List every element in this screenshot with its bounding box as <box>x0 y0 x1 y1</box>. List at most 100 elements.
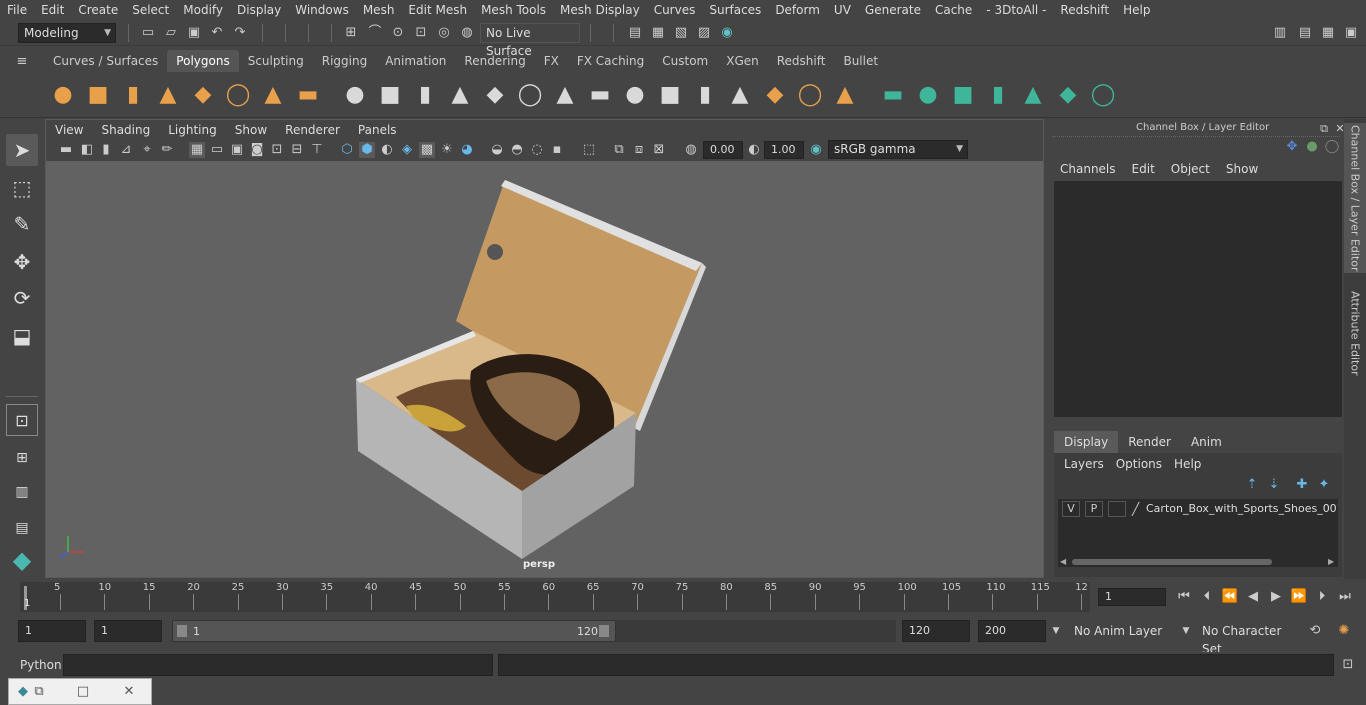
character-set-dropdown[interactable]: No Character Set <box>1198 622 1298 656</box>
play-backward-icon[interactable]: ◀ <box>1245 589 1261 605</box>
viewport-menu-lighting[interactable]: Lighting <box>159 123 226 137</box>
channel-box-list[interactable] <box>1054 181 1342 417</box>
shelf-tab-custom[interactable]: Custom <box>653 50 717 72</box>
scroll-thumb[interactable] <box>1072 559 1272 565</box>
snap-curve-icon[interactable]: ⌒ <box>367 25 383 41</box>
go-to-end-icon[interactable]: ⏭ <box>1337 589 1353 605</box>
auto-key-icon[interactable]: ⟲ <box>1307 623 1323 639</box>
anim-end-field[interactable]: 200 <box>978 620 1046 642</box>
select-tool-icon[interactable]: ➤ <box>6 134 38 166</box>
gamma-icon[interactable]: ◐ <box>746 142 762 158</box>
cone-icon[interactable]: ▲ <box>154 80 182 108</box>
cylinder-icon[interactable]: ▮ <box>119 80 147 108</box>
smooth-shade-icon[interactable]: ⬢ <box>359 142 375 158</box>
menu-cache[interactable]: Cache <box>928 3 979 17</box>
hypershade-icon[interactable]: ◉ <box>719 25 735 41</box>
shadows-icon[interactable]: ◕ <box>459 142 475 158</box>
bevel-icon[interactable]: ■ <box>656 80 684 108</box>
redo-icon[interactable]: ↷ <box>232 25 248 41</box>
side-tab-attribute-editor[interactable]: Attribute Editor <box>1344 283 1366 383</box>
menu-curves[interactable]: Curves <box>647 3 703 17</box>
menu-edit-mesh[interactable]: Edit Mesh <box>401 3 474 17</box>
extrude-icon[interactable]: ● <box>621 80 649 108</box>
channel-menu-channels[interactable]: Channels <box>1052 159 1124 179</box>
camera-select-icon[interactable]: ▬ <box>58 142 74 158</box>
viewport-menu-renderer[interactable]: Renderer <box>276 123 349 137</box>
layer-scrollbar[interactable]: ◀ ▶ <box>1058 557 1338 567</box>
retopo-icon[interactable]: ▲ <box>1019 80 1047 108</box>
next-key-icon[interactable]: ⏩ <box>1291 589 1307 605</box>
maya-window-icon[interactable]: ◆ <box>15 684 31 700</box>
layout-single-icon[interactable]: ⊡ <box>6 404 38 436</box>
crease-icon[interactable]: ◆ <box>761 80 789 108</box>
scroll-left-icon[interactable]: ◀ <box>1060 557 1066 566</box>
safe-title-icon[interactable]: ⊤ <box>309 142 325 158</box>
menu-display[interactable]: Display <box>230 3 288 17</box>
camera-attr-icon[interactable]: ◧ <box>79 142 95 158</box>
menu-uv[interactable]: UV <box>827 3 858 17</box>
combine-icon[interactable]: ● <box>341 80 369 108</box>
default-material-icon[interactable]: ◐ <box>379 142 395 158</box>
step-forward-icon[interactable]: ⏵ <box>1314 589 1330 605</box>
paint-select-icon[interactable]: ✎ <box>6 208 38 240</box>
render-settings-icon[interactable]: ▤ <box>627 25 643 41</box>
hyper-icon[interactable]: ◯ <box>1324 139 1340 155</box>
exposure-field[interactable]: 0.00 <box>703 141 743 159</box>
menu-3dtoall[interactable]: - 3DtoAll - <box>979 3 1053 17</box>
shelf-menu-icon[interactable]: ≡ <box>14 54 30 70</box>
extract-icon[interactable]: ▮ <box>411 80 439 108</box>
snap-live-icon[interactable]: ◍ <box>459 25 475 41</box>
save-scene-icon[interactable]: ▣ <box>186 25 202 41</box>
transfer-icon[interactable]: ◯ <box>1089 80 1117 108</box>
layer-menu-help[interactable]: Help <box>1168 455 1207 473</box>
layer-row[interactable]: V P ╱ Carton_Box_with_Sports_Shoes_001_ <box>1058 499 1338 519</box>
wedge-icon[interactable]: ◯ <box>796 80 824 108</box>
anim-start-field[interactable]: 1 <box>18 620 86 642</box>
new-layer-selected-icon[interactable]: ✦ <box>1316 477 1332 493</box>
undo-icon[interactable]: ↶ <box>209 25 225 41</box>
multi-cut-icon[interactable]: ▮ <box>691 80 719 108</box>
menu-modify[interactable]: Modify <box>176 3 230 17</box>
menu-generate[interactable]: Generate <box>858 3 928 17</box>
move-layer-up-icon[interactable]: ⇡ <box>1244 477 1260 493</box>
layout-outliner-icon[interactable]: ▤ <box>6 512 38 544</box>
menu-windows[interactable]: Windows <box>288 3 356 17</box>
duplicate-face-icon[interactable]: ▬ <box>879 80 907 108</box>
layer-tab-anim[interactable]: Anim <box>1181 431 1232 453</box>
shelf-tab-sculpting[interactable]: Sculpting <box>239 50 313 72</box>
plane-icon[interactable]: ◆ <box>189 80 217 108</box>
channel-menu-show[interactable]: Show <box>1218 159 1266 179</box>
bookmark-icon[interactable]: ▮ <box>98 142 114 158</box>
layout-quad-icon[interactable]: ⊞ <box>6 442 38 474</box>
viewport-menu-show[interactable]: Show <box>226 123 276 137</box>
menu-mesh-tools[interactable]: Mesh Tools <box>474 3 553 17</box>
gamma-field[interactable]: 1.00 <box>764 141 804 159</box>
render-frame-icon[interactable]: ▦ <box>650 25 666 41</box>
snap-view-icon[interactable]: ⊡ <box>413 25 429 41</box>
boolean-icon[interactable]: ▲ <box>446 80 474 108</box>
pencil-icon[interactable]: ✏ <box>159 142 175 158</box>
scale-tool-icon[interactable]: ⬓ <box>6 320 38 352</box>
side-tab-channel-box[interactable]: Channel Box / Layer Editor <box>1344 123 1366 273</box>
wireframe-icon[interactable]: ⬡ <box>339 142 355 158</box>
shelf-tab-bullet[interactable]: Bullet <box>834 50 887 72</box>
depth-of-field-icon[interactable]: ▪ <box>549 142 565 158</box>
shelf-tab-rendering[interactable]: Rendering <box>455 50 534 72</box>
smooth-icon[interactable]: ◆ <box>481 80 509 108</box>
menu-help[interactable]: Help <box>1116 3 1157 17</box>
menu-file[interactable]: File <box>0 3 34 17</box>
antialias-icon[interactable]: ◌ <box>529 142 545 158</box>
viewport-canvas[interactable]: persp <box>46 161 1043 577</box>
open-scene-icon[interactable]: ▱ <box>163 25 179 41</box>
exposure-icon[interactable]: ◍ <box>683 142 699 158</box>
menu-redshift[interactable]: Redshift <box>1053 3 1116 17</box>
close-window-icon[interactable]: ✕ <box>121 684 137 700</box>
cube-icon[interactable]: ■ <box>84 80 112 108</box>
mode-selector[interactable]: Modeling ▼ <box>18 23 116 43</box>
textured-icon[interactable]: ▩ <box>419 142 435 158</box>
viewport-menu-shading[interactable]: Shading <box>92 123 159 137</box>
float-panel-icon[interactable]: ⧉ <box>1316 121 1332 137</box>
viewport-menu-view[interactable]: View <box>46 123 92 137</box>
shelf-tab-redshift[interactable]: Redshift <box>768 50 835 72</box>
maximize-icon[interactable]: □ <box>75 684 91 700</box>
